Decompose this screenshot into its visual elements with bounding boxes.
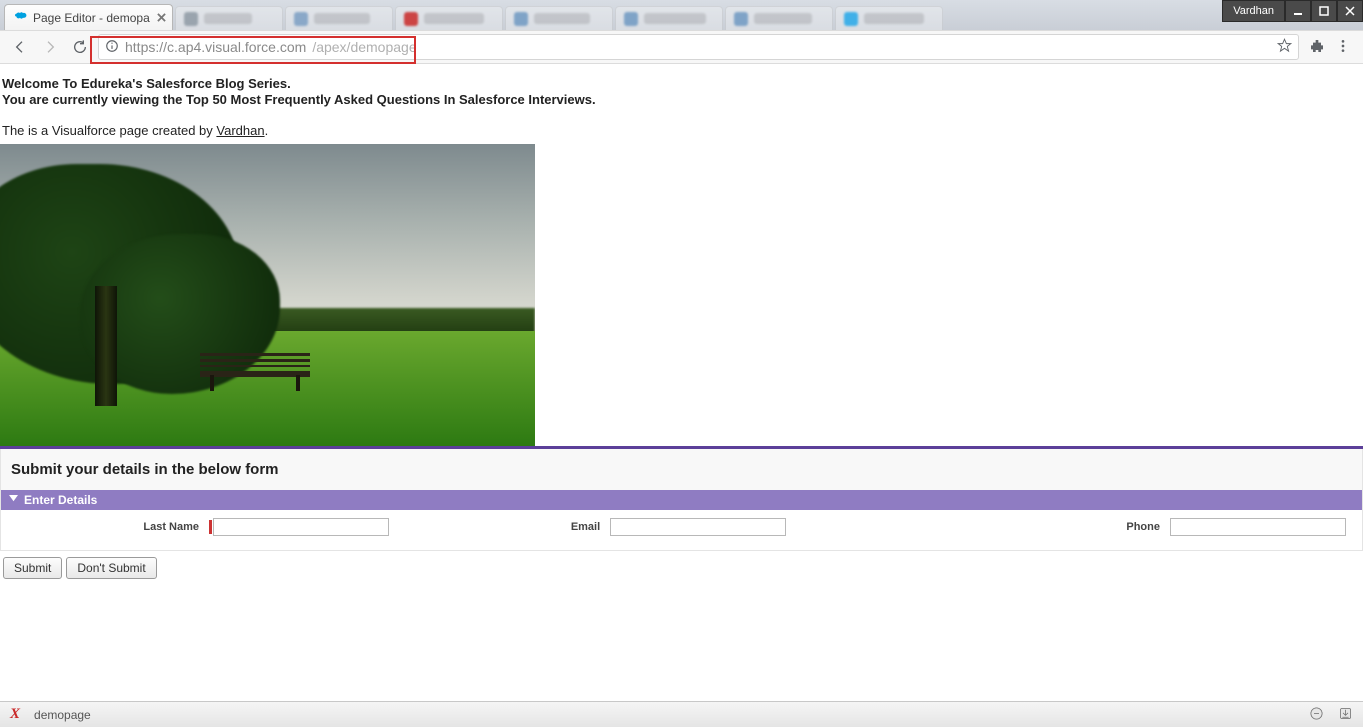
- form-block-title: Submit your details in the below form: [1, 449, 1362, 490]
- collapse-icon: [9, 493, 18, 507]
- browser-chrome: Page Editor - demopa https://c.ap4.visua…: [0, 0, 1363, 64]
- last-name-input[interactable]: [213, 518, 389, 536]
- os-window-controls: Vardhan: [1222, 0, 1363, 22]
- author-link[interactable]: Vardhan: [216, 123, 264, 138]
- reload-button[interactable]: [68, 35, 92, 59]
- dev-download-icon[interactable]: [1338, 706, 1353, 724]
- background-tab[interactable]: [285, 6, 393, 30]
- tab-close-button[interactable]: [157, 11, 166, 25]
- page-header: Welcome To Edureka's Salesforce Blog Ser…: [0, 64, 1363, 109]
- browser-tab-active[interactable]: Page Editor - demopa: [4, 4, 173, 30]
- heading-line-1: Welcome To Edureka's Salesforce Blog Ser…: [2, 76, 1361, 92]
- background-tab[interactable]: [725, 6, 833, 30]
- form-block: Submit your details in the below form En…: [0, 449, 1363, 551]
- required-indicator: [209, 520, 212, 534]
- field-last-name: Last Name: [11, 518, 456, 536]
- page-content: Welcome To Edureka's Salesforce Blog Ser…: [0, 64, 1363, 579]
- field-email: Email: [456, 518, 901, 536]
- background-tab[interactable]: [395, 6, 503, 30]
- desc-text: The is a Visualforce page created by: [2, 123, 216, 138]
- background-tab[interactable]: [175, 6, 283, 30]
- tab-title: Page Editor - demopa: [33, 11, 150, 25]
- close-window-button[interactable]: [1337, 0, 1363, 22]
- minimize-button[interactable]: [1285, 0, 1311, 22]
- dont-submit-button[interactable]: Don't Submit: [66, 557, 156, 579]
- form-section-header[interactable]: Enter Details: [1, 490, 1362, 510]
- heading-line-2: You are currently viewing the Top 50 Mos…: [2, 92, 1361, 108]
- desc-suffix: .: [265, 123, 269, 138]
- dev-footer-bar: X demopage: [0, 701, 1363, 727]
- submit-button[interactable]: Submit: [3, 557, 62, 579]
- os-username: Vardhan: [1222, 0, 1285, 22]
- dev-status-icon[interactable]: [1309, 706, 1324, 724]
- site-info-icon[interactable]: [105, 39, 119, 56]
- form-section-title: Enter Details: [24, 493, 97, 507]
- phone-label: Phone: [1126, 521, 1160, 533]
- maximize-button[interactable]: [1311, 0, 1337, 22]
- tab-favicon: [13, 9, 27, 26]
- field-phone: Phone: [901, 518, 1352, 536]
- browser-right-icons: [1305, 38, 1355, 57]
- url-path: /apex/demopage: [312, 39, 416, 55]
- url-host: https://c.ap4.visual.force.com: [125, 39, 306, 55]
- forward-button[interactable]: [38, 35, 62, 59]
- bench-graphic: [200, 353, 310, 391]
- menu-icon[interactable]: [1335, 38, 1351, 57]
- email-label: Email: [571, 521, 600, 533]
- tab-strip: Page Editor - demopa: [0, 0, 1363, 30]
- phone-input[interactable]: [1170, 518, 1346, 536]
- extension-icon[interactable]: [1309, 38, 1325, 57]
- dev-error-icon[interactable]: X: [10, 706, 20, 723]
- background-tab[interactable]: [615, 6, 723, 30]
- page-description: The is a Visualforce page created by Var…: [0, 109, 1363, 138]
- bookmark-star-icon[interactable]: [1277, 38, 1292, 56]
- background-tab[interactable]: [835, 6, 943, 30]
- background-tab[interactable]: [505, 6, 613, 30]
- address-bar[interactable]: https://c.ap4.visual.force.com/apex/demo…: [98, 34, 1299, 60]
- form-fields-row: Last Name Email Phone: [1, 510, 1362, 550]
- email-input[interactable]: [610, 518, 786, 536]
- hero-image: [0, 144, 535, 446]
- form-button-row: Submit Don't Submit: [0, 551, 1363, 579]
- dev-page-name: demopage: [34, 708, 91, 722]
- address-bar-row: https://c.ap4.visual.force.com/apex/demo…: [0, 30, 1363, 64]
- last-name-label: Last Name: [11, 521, 199, 533]
- back-button[interactable]: [8, 35, 32, 59]
